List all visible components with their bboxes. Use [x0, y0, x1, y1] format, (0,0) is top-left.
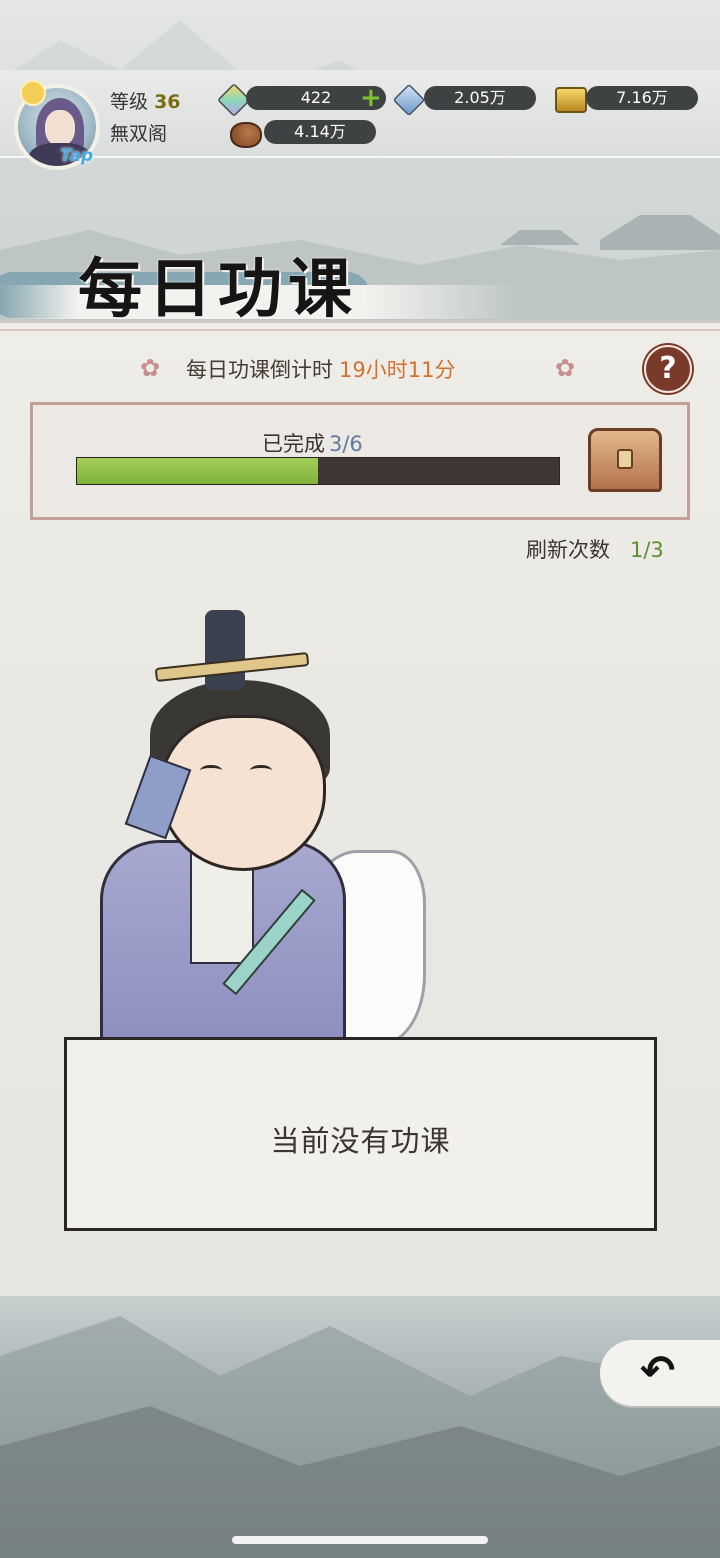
gold-ingot-icon [555, 87, 587, 113]
home-indicator[interactable] [232, 1536, 488, 1544]
crystal-value: 2.05万 [454, 88, 506, 107]
petal-icon: ✿ [555, 354, 576, 382]
gold-counter: 7.16万 [586, 86, 698, 110]
countdown-label: 每日功课倒计时 [186, 358, 333, 382]
sun-icon [20, 80, 46, 106]
petal-icon: ✿ [140, 354, 161, 382]
taoist-character-illustration [100, 610, 440, 1046]
bottom-mountains [0, 1316, 720, 1558]
refresh-value: 1/3 [630, 538, 664, 562]
add-jade-icon[interactable]: + [360, 85, 382, 111]
back-arrow-icon[interactable]: ↶ [640, 1346, 675, 1395]
avatar-tap-badge: Tap [60, 146, 94, 166]
progress-fraction: 3/6 [329, 432, 363, 456]
crystal-counter: 2.05万 [424, 86, 536, 110]
progress-label-text: 已完成 [262, 432, 325, 456]
player-level: 等级 36 [110, 87, 181, 114]
guild-name: 無双阁 [110, 123, 168, 145]
refresh-label: 刷新次数 [526, 538, 610, 562]
bottom-landscape [0, 1296, 720, 1558]
meat-value: 4.14万 [294, 122, 346, 141]
refresh-count: 刷新次数 1/3 [526, 534, 664, 564]
treasure-chest-icon[interactable] [588, 428, 662, 492]
jade-value: 422 [300, 88, 332, 107]
level-value: 36 [154, 91, 181, 113]
help-button[interactable]: ? [644, 345, 692, 393]
progress-label: 已完成 3/6 [262, 428, 363, 458]
countdown-time: 19小时11分 [339, 358, 456, 382]
progress-bar-fill [77, 458, 318, 484]
progress-bar [76, 457, 560, 485]
page-title: 每日功课 [78, 252, 358, 327]
countdown: 每日功课倒计时 19小时11分 [186, 354, 455, 384]
empty-message: 当前没有功课 [270, 1124, 451, 1158]
level-label: 等级 [110, 91, 149, 113]
meat-icon [230, 122, 262, 148]
gold-value: 7.16万 [616, 88, 668, 107]
meat-counter: 4.14万 [264, 120, 376, 144]
